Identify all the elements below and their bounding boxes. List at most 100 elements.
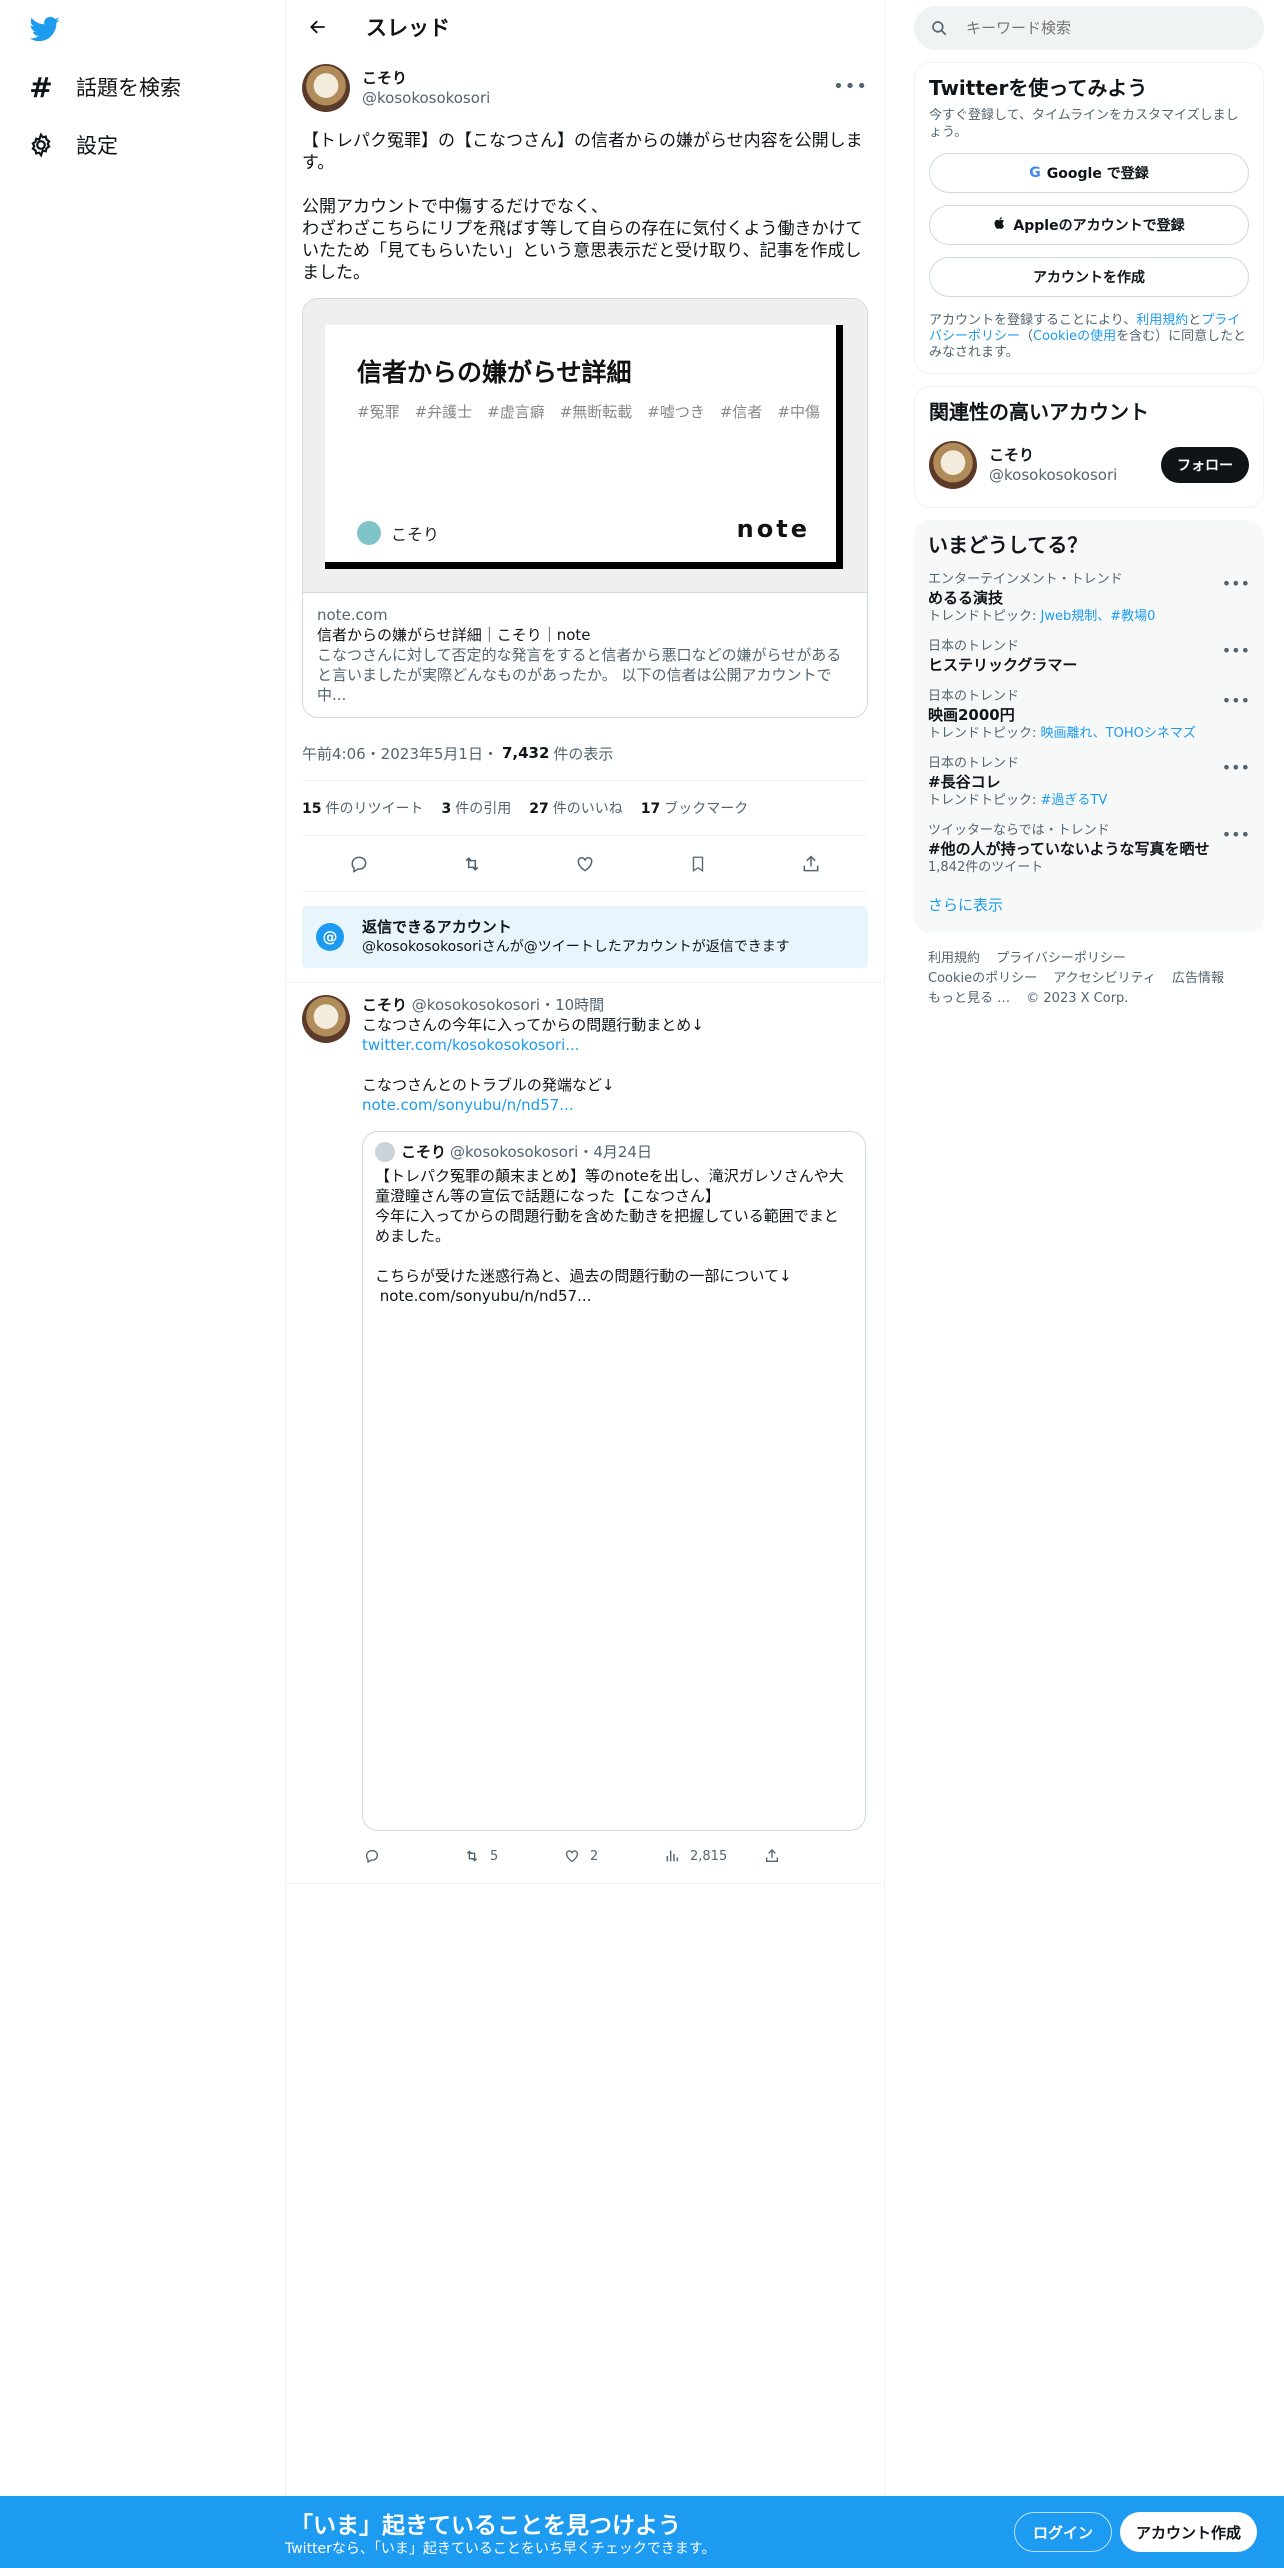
footer-accessibility[interactable]: アクセシビリティ — [1053, 971, 1156, 986]
nav-explore-label: 話題を検索 — [76, 76, 181, 100]
tweet-actions — [302, 836, 868, 892]
terms-link[interactable]: 利用規約 — [1136, 313, 1188, 328]
more-options-icon[interactable]: ••• — [833, 76, 868, 97]
reply-retweet-action[interactable]: 5 — [462, 1846, 562, 1866]
left-navigation: # 話題を検索 設定 — [0, 0, 285, 2496]
cookie-link[interactable]: Cookieの使用 — [1033, 329, 1116, 344]
show-more-link[interactable]: さらに表示 — [928, 894, 1250, 915]
tweet-timestamp: 午前4:06・2023年5月1日・ 7,432 件の表示 — [302, 736, 868, 770]
trend-item[interactable]: 日本のトレンド 映画2000円 トレンドトピック: 映画離れ、TOHOシネマズ … — [928, 689, 1250, 742]
more-options-icon[interactable]: ••• — [1222, 574, 1250, 593]
footer-more[interactable]: もっと見る … — [928, 991, 1010, 1006]
trend-name: #他の人が持っていないような写真を晒せ — [928, 840, 1210, 858]
trend-meta: 日本のトレンド — [928, 689, 1020, 704]
main-header: スレッド — [286, 0, 884, 54]
footer-terms[interactable]: 利用規約 — [928, 951, 980, 966]
reply-like-action[interactable]: 2 — [562, 1846, 662, 1866]
trend-item[interactable]: 日本のトレンド #長谷コレ トレンドトピック: #過ぎるTV ••• — [928, 756, 1250, 809]
timestamp-text[interactable]: 午前4:06・2023年5月1日・ — [302, 743, 498, 764]
google-signup-button[interactable]: G Google で登録 — [929, 153, 1249, 193]
login-button[interactable]: ログイン — [1014, 2512, 1113, 2552]
author-name[interactable]: こそり — [362, 68, 490, 88]
nav-explore[interactable]: # 話題を検索 — [26, 61, 181, 113]
bookmark-stat[interactable]: 17 ブックマーク — [641, 798, 748, 818]
tweet-text: 【トレパク冤罪】の【こなつさん】の信者からの嫌がらせ内容を公開します。 公開アカ… — [302, 131, 863, 283]
reply-link-2[interactable]: note.com/sonyubu/n/nd57... — [362, 1096, 574, 1114]
card-description: こなつさんに対して否定的な発言をすると信者から悪口などの嫌がらせがあると言いまし… — [317, 646, 842, 704]
avatar[interactable] — [929, 441, 977, 489]
apple-signup-button[interactable]: Appleのアカウントで登録 — [929, 205, 1249, 245]
reply-author-name[interactable]: こそり — [362, 996, 407, 1014]
retweet-stat[interactable]: 15 件のリツイート — [302, 798, 423, 818]
avatar[interactable] — [302, 64, 350, 112]
quote-avatar — [375, 1142, 395, 1162]
reply-views-action[interactable]: 2,815 — [662, 1846, 762, 1866]
trend-meta: ツイッターならでは・トレンド — [928, 823, 1110, 838]
reply-tweet[interactable]: こそり @kosokosokosori・10時間 こなつさんの今年に入ってからの… — [286, 983, 884, 1881]
reply-icon[interactable] — [341, 846, 377, 882]
more-options-icon[interactable]: ••• — [1222, 641, 1250, 660]
reply-text-2: こなつさんとのトラブルの発端など↓ — [362, 1076, 615, 1094]
search-icon — [930, 19, 948, 37]
footer-cookie[interactable]: Cookieのポリシー — [928, 971, 1037, 986]
related-handle[interactable]: @kosokosokosori — [989, 465, 1161, 485]
views-label: 件の表示 — [553, 744, 614, 763]
trend-topic-link[interactable]: Jweb規制、#教場0 — [1041, 609, 1156, 624]
related-name[interactable]: こそり — [989, 445, 1161, 465]
like-stat[interactable]: 27 件のいいね — [529, 798, 622, 818]
apple-icon — [993, 215, 1007, 235]
trend-item[interactable]: エンターテインメント・トレンド めるる演技 トレンドトピック: Jweb規制、#… — [928, 572, 1250, 625]
like-icon[interactable] — [567, 846, 603, 882]
signup-legal: アカウントを登録することにより、利用規約とプライバシーポリシー（Cookieの使… — [929, 313, 1249, 361]
avatar[interactable] — [302, 995, 350, 1043]
reply-share-action[interactable] — [762, 1846, 862, 1866]
reply-retweet-count: 5 — [490, 1848, 499, 1864]
create-account-button[interactable]: アカウントを作成 — [929, 257, 1249, 297]
trend-topic-prefix: トレンドトピック: — [928, 609, 1041, 624]
reply-actions: 5 2 2,815 — [362, 1831, 866, 1881]
signup-title: Twitterを使ってみよう — [929, 76, 1148, 100]
footer-privacy[interactable]: プライバシーポリシー — [996, 951, 1126, 966]
signup-panel: Twitterを使ってみよう 今すぐ登録して、タイムラインをカスタマイズしましょ… — [914, 62, 1264, 374]
twitter-bird-icon[interactable] — [28, 14, 62, 44]
quoted-tweet[interactable]: こそり @kosokosokosori・4月24日 【トレパク冤罪の顛末まとめ】… — [362, 1131, 866, 1831]
search-bar[interactable] — [914, 6, 1264, 50]
footer-links: 利用規約 プライバシーポリシー Cookieのポリシー アクセシビリティ 広告情… — [914, 949, 1264, 1009]
nav-settings[interactable]: 設定 — [26, 119, 118, 171]
more-options-icon[interactable]: ••• — [1222, 691, 1250, 710]
right-sidebar: Twitterを使ってみよう 今すぐ登録して、タイムラインをカスタマイズしましょ… — [914, 0, 1264, 1009]
quote-count: 3 — [441, 801, 452, 817]
trend-topic-link[interactable]: 映画離れ、TOHOシネマズ — [1041, 726, 1196, 741]
reply-link-1[interactable]: twitter.com/kosokosokosori... — [362, 1036, 580, 1054]
trend-meta: エンターテインメント・トレンド — [928, 572, 1123, 587]
retweet-icon[interactable] — [454, 846, 490, 882]
trend-topic-link[interactable]: #過ぎるTV — [1041, 793, 1108, 808]
trend-item[interactable]: 日本のトレンド ヒステリックグラマー ••• — [928, 639, 1250, 675]
reply-reply-action[interactable] — [362, 1846, 462, 1866]
bookmark-icon[interactable] — [680, 846, 716, 882]
tweet-author: こそり @kosokosokosori — [302, 60, 868, 116]
signup-button[interactable]: アカウント作成 — [1120, 2512, 1258, 2552]
apple-signup-label: Appleのアカウントで登録 — [1013, 218, 1185, 234]
share-icon[interactable] — [793, 846, 829, 882]
banner-subtitle: Twitterなら、「いま」起きていることをいち早くチェックできます。 — [285, 2541, 716, 2557]
follow-button[interactable]: フォロー — [1161, 447, 1249, 483]
quote-stat[interactable]: 3 件の引用 — [441, 798, 511, 818]
reply-text-1: こなつさんの今年に入ってからの問題行動まとめ↓ — [362, 1016, 704, 1034]
more-options-icon[interactable]: ••• — [1222, 825, 1250, 844]
author-handle[interactable]: @kosokosokosori — [362, 88, 490, 108]
card-image-title: 信者からの嫌がらせ詳細 — [357, 358, 632, 387]
legal-text: （ — [1020, 329, 1034, 344]
link-card[interactable]: 信者からの嫌がらせ詳細 #冤罪 #弁護士 #虚言癖 #無断転載 #嘘つき #信者… — [302, 298, 868, 718]
quote-meta: @kosokosokosori・4月24日 — [450, 1143, 652, 1161]
related-account[interactable]: こそり @kosokosokosori フォロー — [929, 441, 1249, 489]
related-accounts-panel: 関連性の高いアカウント こそり @kosokosokosori フォロー — [914, 386, 1264, 508]
like-icon — [562, 1846, 582, 1866]
trend-item[interactable]: ツイッターならでは・トレンド #他の人が持っていないような写真を晒せ 1,842… — [928, 823, 1250, 876]
back-arrow-icon[interactable] — [300, 9, 336, 45]
more-options-icon[interactable]: ••• — [1222, 758, 1250, 777]
create-account-label: アカウントを作成 — [1033, 270, 1145, 286]
footer-ads[interactable]: 広告情報 — [1172, 971, 1224, 986]
search-input[interactable] — [966, 19, 1226, 37]
retweet-label: 件のリツイート — [325, 801, 424, 817]
